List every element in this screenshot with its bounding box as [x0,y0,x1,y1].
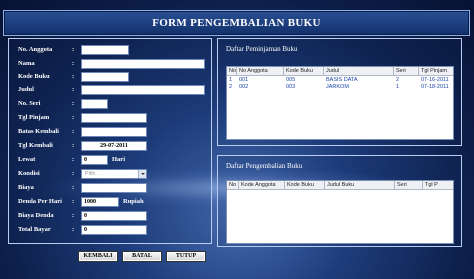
label-total-bayar: Total Bayar [18,226,51,233]
column-header[interactable]: Kode Buku [285,181,325,190]
kode-buku-field[interactable] [81,72,129,82]
peminjaman-title: Daftar Peminjaman Buku [226,45,298,53]
batal-button[interactable]: BATAL [122,251,162,262]
batas-kembali-field[interactable] [81,127,147,137]
table-header: No Kode Anggota Kode Buku Judul Buku Ser… [227,181,453,190]
column-header[interactable]: No [227,181,239,190]
colon: : [72,114,75,121]
table-cell: 07-16-2011 [421,77,449,83]
pengembalian-title: Daftar Pengembalian Buku [226,162,303,170]
table-cell: 003 [286,84,296,90]
label-tgl-pinjam: Tgl Pinjam [18,114,50,121]
table-cell: 1 [229,77,233,83]
label-judul: Judul [18,86,34,93]
column-header[interactable]: Judul [324,67,394,76]
rupiah-suffix: Rupiah [123,198,144,205]
colon: : [72,198,75,205]
colon: : [72,170,75,177]
table-cell: 07-18-2011 [421,84,449,90]
peminjaman-table[interactable]: No No Anggota Kode Buku Judul Seri Tgl P… [226,66,454,140]
table-cell: JARKOM [326,84,349,90]
colon: : [72,60,75,67]
denda-per-hari-field[interactable]: 1000 [81,197,119,207]
kondisi-placeholder: Pilih . . [85,171,102,177]
column-header[interactable]: Judul Buku [325,181,395,190]
colon: : [72,86,75,93]
tgl-pinjam-field[interactable] [81,113,147,123]
label-biaya: Biaya [18,184,34,191]
column-header[interactable]: Kode Buku [284,67,324,76]
table-cell: 001 [239,77,249,83]
colon: : [72,46,75,53]
peminjaman-panel: Daftar Peminjaman Buku No No Anggota Kod… [217,38,462,146]
colon: : [72,226,75,233]
judul-field[interactable] [81,85,205,95]
column-header[interactable]: Tgl P [423,181,455,190]
colon: : [72,142,75,149]
label-tgl-kembali: Tgl Kembali [18,142,53,149]
label-denda-per-hari: Denda Per Hari [18,198,62,205]
colon: : [72,73,75,80]
tutup-button[interactable]: TUTUP [166,251,206,262]
table-cell: 1 [396,84,400,90]
column-header[interactable]: No Anggota [237,67,284,76]
form-title: FORM PENGEMBALIAN BUKU [3,10,470,36]
tgl-kembali-field[interactable]: 29-07-2011 [81,141,147,151]
column-header[interactable]: Kode Anggota [239,181,285,190]
label-batas-kembali: Batas Kembali [18,128,59,135]
colon: : [72,100,75,107]
hari-suffix: Hari [112,156,125,163]
label-kode-buku: Kode Buku [18,73,50,80]
kembali-button[interactable]: KEMBALI [78,251,118,262]
colon: : [72,156,75,163]
pengembalian-panel: Daftar Pengembalian Buku No Kode Anggota… [217,155,462,247]
label-biaya-denda: Biaya Denda [18,212,54,219]
label-no-seri: No. Seri [18,100,41,107]
column-header[interactable]: Seri [395,181,423,190]
table-cell: 2 [396,77,400,83]
column-header[interactable]: Tgl Pinjam [419,67,455,76]
table-cell: BASIS DATA [326,77,358,83]
biaya-denda-field[interactable]: 0 [81,211,147,221]
table-header: No No Anggota Kode Buku Judul Seri Tgl P… [227,67,453,76]
column-header[interactable]: No [227,67,237,76]
table-cell: 2 [229,84,233,90]
colon: : [72,128,75,135]
no-anggota-field[interactable] [81,45,129,55]
column-header[interactable]: Seri [394,67,419,76]
label-lewat: Lewat [18,156,36,163]
colon: : [72,184,75,191]
table-row[interactable]: 1 001 005 BASIS DATA 2 07-16-2011 [227,77,453,84]
nama-field[interactable] [81,59,205,69]
label-nama: Nama [18,60,35,67]
kondisi-select[interactable]: Pilih . . [81,169,147,179]
table-row[interactable]: 2 002 003 JARKOM 1 07-18-2011 [227,84,453,91]
pengembalian-table[interactable]: No Kode Anggota Kode Buku Judul Buku Ser… [226,180,454,244]
biaya-field[interactable] [81,183,147,193]
table-cell: 005 [286,77,296,83]
table-cell: 002 [239,84,249,90]
label-no-anggota: No. Anggota [18,46,53,53]
lewat-field[interactable]: 0 [81,155,108,165]
no-seri-field[interactable] [81,99,108,109]
colon: : [72,212,75,219]
label-kondisi: Kondisi [18,170,40,177]
total-bayar-field[interactable]: 0 [81,225,147,235]
chevron-down-icon[interactable] [138,170,146,178]
